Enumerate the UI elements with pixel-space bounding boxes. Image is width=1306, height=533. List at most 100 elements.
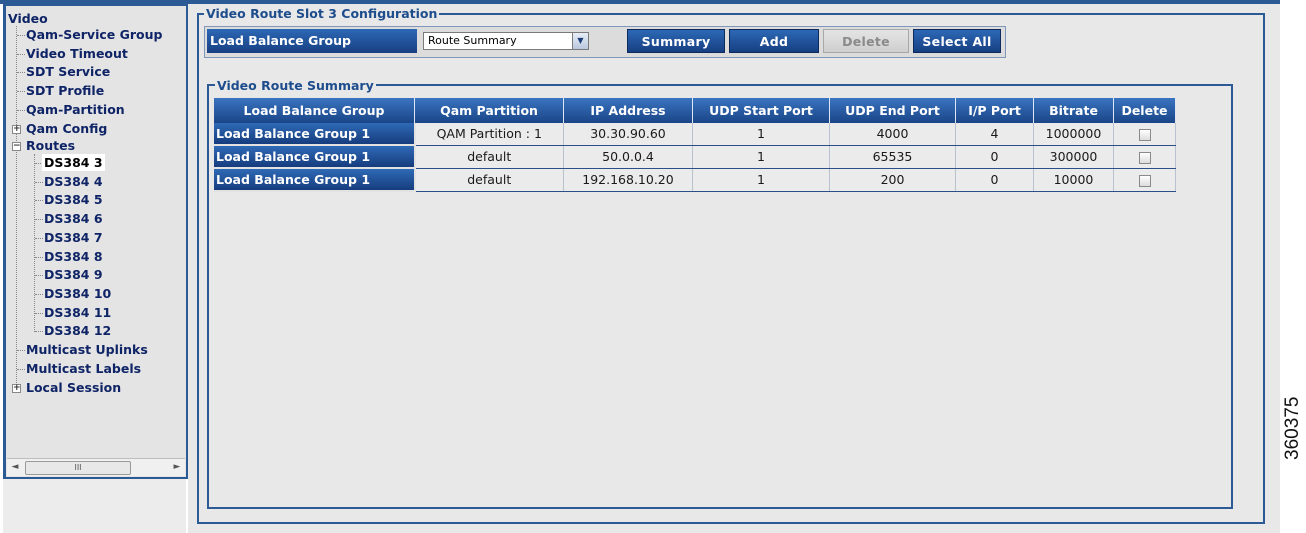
tree-item-ds384-5[interactable]: DS384 5 bbox=[44, 191, 103, 208]
sidebar-footer bbox=[3, 479, 186, 533]
udp-end-port-cell: 65535 bbox=[829, 145, 956, 169]
delete-button[interactable]: Delete bbox=[823, 29, 909, 53]
navigation-tree: Video Qam-Service Group Video Timeout SD… bbox=[6, 6, 186, 458]
select-all-button[interactable]: Select All bbox=[913, 29, 1001, 53]
tree-item-ds384-8[interactable]: DS384 8 bbox=[44, 248, 103, 265]
route-summary-table: Load Balance Group Qam Partition IP Addr… bbox=[214, 98, 1176, 192]
add-button[interactable]: Add bbox=[729, 29, 819, 53]
ip-port-cell: 0 bbox=[955, 168, 1034, 192]
view-select-value: Route Summary bbox=[428, 34, 517, 47]
tree-item-ds384-10[interactable]: DS384 10 bbox=[44, 285, 111, 302]
load-balance-group-cell[interactable]: Load Balance Group 1 bbox=[214, 168, 416, 192]
bitrate-cell: 10000 bbox=[1033, 168, 1114, 192]
delete-checkbox[interactable] bbox=[1138, 128, 1151, 141]
figure-id: 360375 bbox=[1282, 396, 1303, 460]
navigation-tree-panel: Video Qam-Service Group Video Timeout SD… bbox=[3, 4, 188, 479]
expand-icon[interactable]: + bbox=[12, 125, 21, 134]
udp-end-port-cell: 4000 bbox=[829, 123, 956, 146]
tree-item-ds384-11[interactable]: DS384 11 bbox=[44, 304, 111, 321]
summary-button[interactable]: Summary bbox=[627, 29, 725, 53]
ip-port-cell: 4 bbox=[955, 123, 1034, 146]
delete-cell bbox=[1113, 168, 1176, 192]
table-header-row: Load Balance Group Qam Partition IP Addr… bbox=[214, 98, 1176, 123]
tree-branch bbox=[35, 238, 43, 239]
qam-partition-cell: QAM Partition : 1 bbox=[414, 123, 564, 146]
column-header[interactable]: Load Balance Group bbox=[214, 98, 415, 123]
toolbar-label: Load Balance Group bbox=[207, 29, 417, 53]
column-header[interactable]: Qam Partition bbox=[414, 98, 564, 123]
udp-start-port-cell: 1 bbox=[692, 123, 830, 146]
tree-item-sdt-profile[interactable]: SDT Profile bbox=[26, 82, 104, 99]
tree-item-qam-service-group[interactable]: Qam-Service Group bbox=[26, 26, 162, 43]
udp-start-port-cell: 1 bbox=[692, 168, 830, 192]
tree-item-ds384-4[interactable]: DS384 4 bbox=[44, 173, 103, 190]
column-header[interactable]: I/P Port bbox=[955, 98, 1034, 123]
tree-item-multicast-labels[interactable]: Multicast Labels bbox=[26, 360, 141, 377]
delete-cell bbox=[1113, 123, 1176, 146]
tree-branch bbox=[17, 110, 25, 111]
tree-branch bbox=[17, 350, 25, 351]
tree-item-qam-config[interactable]: Qam Config bbox=[26, 120, 107, 137]
tree-branch bbox=[17, 91, 25, 92]
tree-branch bbox=[35, 294, 43, 295]
delete-cell bbox=[1113, 145, 1176, 169]
tree-item-video-timeout[interactable]: Video Timeout bbox=[26, 45, 128, 62]
table-row: Load Balance Group 1 default 50.0.0.4 1 … bbox=[214, 145, 1176, 169]
scroll-thumb[interactable]: III bbox=[25, 461, 131, 475]
tree-branch bbox=[17, 54, 25, 55]
qam-partition-cell: default bbox=[414, 168, 564, 192]
table-row: Load Balance Group 1 default 192.168.10.… bbox=[214, 168, 1176, 192]
tree-item-ds384-6[interactable]: DS384 6 bbox=[44, 210, 103, 227]
ip-address-cell: 192.168.10.20 bbox=[563, 168, 693, 192]
chevron-down-icon[interactable]: ▼ bbox=[572, 33, 588, 49]
tree-guide-line bbox=[34, 154, 35, 332]
qam-partition-cell: default bbox=[414, 145, 564, 169]
scroll-left-icon[interactable]: ◄ bbox=[7, 459, 23, 476]
tree-branch bbox=[35, 313, 43, 314]
toolbar: Load Balance Group Route Summary ▼ Summa… bbox=[204, 26, 1006, 58]
column-header[interactable]: IP Address bbox=[563, 98, 693, 123]
tree-branch bbox=[35, 182, 43, 183]
ip-address-cell: 50.0.0.4 bbox=[563, 145, 693, 169]
udp-end-port-cell: 200 bbox=[829, 168, 956, 192]
tree-item-routes[interactable]: Routes bbox=[26, 137, 75, 154]
tree-branch bbox=[35, 331, 43, 332]
view-select[interactable]: Route Summary ▼ bbox=[423, 32, 589, 50]
tree-item-qam-partition[interactable]: Qam-Partition bbox=[26, 101, 125, 118]
tree-branch bbox=[17, 72, 25, 73]
tree-item-sdt-service[interactable]: SDT Service bbox=[26, 63, 110, 80]
ip-address-cell: 30.30.90.60 bbox=[563, 123, 693, 146]
config-title: Video Route Slot 3 Configuration bbox=[204, 6, 440, 21]
load-balance-group-cell[interactable]: Load Balance Group 1 bbox=[214, 123, 416, 146]
udp-start-port-cell: 1 bbox=[692, 145, 830, 169]
collapse-icon[interactable]: − bbox=[12, 142, 21, 151]
tree-item-ds384-3[interactable]: DS384 3 bbox=[42, 154, 105, 171]
config-area: Video Route Slot 3 Configuration Load Ba… bbox=[188, 4, 1280, 533]
delete-checkbox[interactable] bbox=[1138, 151, 1151, 164]
horizontal-scrollbar[interactable]: ◄ III ► bbox=[7, 458, 185, 476]
route-summary-title: Video Route Summary bbox=[215, 78, 376, 93]
bitrate-cell: 300000 bbox=[1033, 145, 1114, 169]
tree-item-ds384-12[interactable]: DS384 12 bbox=[44, 322, 111, 339]
load-balance-group-cell[interactable]: Load Balance Group 1 bbox=[214, 145, 416, 169]
tree-root-video[interactable]: Video bbox=[8, 10, 48, 27]
tree-item-ds384-7[interactable]: DS384 7 bbox=[44, 229, 103, 246]
table-row: Load Balance Group 1 QAM Partition : 1 3… bbox=[214, 123, 1176, 146]
tree-branch bbox=[17, 35, 25, 36]
tree-item-ds384-9[interactable]: DS384 9 bbox=[44, 266, 103, 283]
tree-branch bbox=[35, 275, 43, 276]
tree-branch bbox=[35, 219, 43, 220]
column-header[interactable]: Bitrate bbox=[1033, 98, 1114, 123]
tree-item-local-session[interactable]: Local Session bbox=[26, 379, 121, 396]
tree-branch bbox=[35, 200, 43, 201]
tree-item-multicast-uplinks[interactable]: Multicast Uplinks bbox=[26, 341, 148, 358]
column-header[interactable]: Delete bbox=[1113, 98, 1176, 123]
scroll-right-icon[interactable]: ► bbox=[169, 459, 185, 476]
column-header[interactable]: UDP Start Port bbox=[692, 98, 830, 123]
bitrate-cell: 1000000 bbox=[1033, 123, 1114, 146]
delete-checkbox[interactable] bbox=[1138, 174, 1151, 187]
tree-branch bbox=[35, 257, 43, 258]
tree-guide-line bbox=[16, 26, 17, 389]
column-header[interactable]: UDP End Port bbox=[829, 98, 956, 123]
expand-icon[interactable]: + bbox=[12, 384, 21, 393]
